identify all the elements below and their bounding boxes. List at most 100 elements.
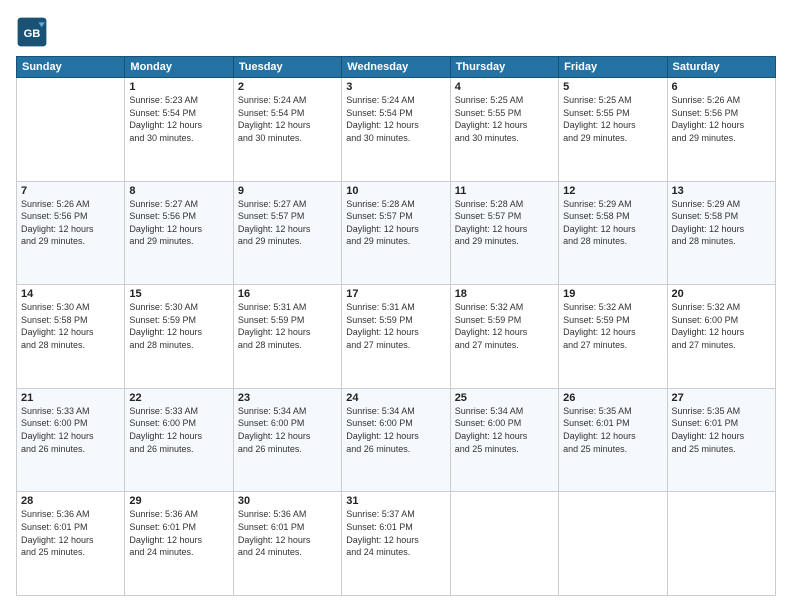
- day-number: 8: [129, 185, 228, 197]
- day-number: 22: [129, 392, 228, 404]
- col-header-sunday: Sunday: [17, 57, 125, 78]
- day-info: Sunrise: 5:32 AM Sunset: 5:59 PM Dayligh…: [455, 301, 554, 351]
- day-number: 9: [238, 185, 337, 197]
- day-info: Sunrise: 5:31 AM Sunset: 5:59 PM Dayligh…: [238, 301, 337, 351]
- day-info: Sunrise: 5:32 AM Sunset: 6:00 PM Dayligh…: [672, 301, 771, 351]
- calendar-table: SundayMondayTuesdayWednesdayThursdayFrid…: [16, 56, 776, 596]
- week-row-2: 7Sunrise: 5:26 AM Sunset: 5:56 PM Daylig…: [17, 181, 776, 285]
- day-cell: 9Sunrise: 5:27 AM Sunset: 5:57 PM Daylig…: [233, 181, 341, 285]
- day-info: Sunrise: 5:33 AM Sunset: 6:00 PM Dayligh…: [21, 405, 120, 455]
- day-info: Sunrise: 5:32 AM Sunset: 5:59 PM Dayligh…: [563, 301, 662, 351]
- day-info: Sunrise: 5:27 AM Sunset: 5:57 PM Dayligh…: [238, 198, 337, 248]
- day-number: 1: [129, 81, 228, 93]
- day-cell: 4Sunrise: 5:25 AM Sunset: 5:55 PM Daylig…: [450, 78, 558, 182]
- day-cell: 28Sunrise: 5:36 AM Sunset: 6:01 PM Dayli…: [17, 492, 125, 596]
- day-cell: [17, 78, 125, 182]
- logo-icon: GB: [16, 16, 48, 48]
- day-cell: 18Sunrise: 5:32 AM Sunset: 5:59 PM Dayli…: [450, 285, 558, 389]
- day-info: Sunrise: 5:25 AM Sunset: 5:55 PM Dayligh…: [455, 94, 554, 144]
- day-number: 18: [455, 288, 554, 300]
- day-cell: 16Sunrise: 5:31 AM Sunset: 5:59 PM Dayli…: [233, 285, 341, 389]
- day-number: 15: [129, 288, 228, 300]
- day-info: Sunrise: 5:29 AM Sunset: 5:58 PM Dayligh…: [672, 198, 771, 248]
- day-info: Sunrise: 5:31 AM Sunset: 5:59 PM Dayligh…: [346, 301, 445, 351]
- day-number: 23: [238, 392, 337, 404]
- day-number: 16: [238, 288, 337, 300]
- week-row-1: 1Sunrise: 5:23 AM Sunset: 5:54 PM Daylig…: [17, 78, 776, 182]
- day-info: Sunrise: 5:24 AM Sunset: 5:54 PM Dayligh…: [346, 94, 445, 144]
- day-cell: 21Sunrise: 5:33 AM Sunset: 6:00 PM Dayli…: [17, 388, 125, 492]
- day-number: 30: [238, 495, 337, 507]
- day-number: 13: [672, 185, 771, 197]
- day-info: Sunrise: 5:25 AM Sunset: 5:55 PM Dayligh…: [563, 94, 662, 144]
- day-cell: 11Sunrise: 5:28 AM Sunset: 5:57 PM Dayli…: [450, 181, 558, 285]
- day-info: Sunrise: 5:36 AM Sunset: 6:01 PM Dayligh…: [21, 508, 120, 558]
- week-row-3: 14Sunrise: 5:30 AM Sunset: 5:58 PM Dayli…: [17, 285, 776, 389]
- col-header-saturday: Saturday: [667, 57, 775, 78]
- day-cell: 15Sunrise: 5:30 AM Sunset: 5:59 PM Dayli…: [125, 285, 233, 389]
- logo: GB: [16, 16, 52, 48]
- day-number: 14: [21, 288, 120, 300]
- day-info: Sunrise: 5:29 AM Sunset: 5:58 PM Dayligh…: [563, 198, 662, 248]
- day-number: 3: [346, 81, 445, 93]
- day-number: 7: [21, 185, 120, 197]
- day-cell: 27Sunrise: 5:35 AM Sunset: 6:01 PM Dayli…: [667, 388, 775, 492]
- day-number: 29: [129, 495, 228, 507]
- day-number: 12: [563, 185, 662, 197]
- day-cell: 31Sunrise: 5:37 AM Sunset: 6:01 PM Dayli…: [342, 492, 450, 596]
- col-header-tuesday: Tuesday: [233, 57, 341, 78]
- svg-text:GB: GB: [24, 28, 41, 40]
- day-cell: 20Sunrise: 5:32 AM Sunset: 6:00 PM Dayli…: [667, 285, 775, 389]
- day-number: 17: [346, 288, 445, 300]
- day-info: Sunrise: 5:26 AM Sunset: 5:56 PM Dayligh…: [21, 198, 120, 248]
- day-cell: 30Sunrise: 5:36 AM Sunset: 6:01 PM Dayli…: [233, 492, 341, 596]
- day-info: Sunrise: 5:34 AM Sunset: 6:00 PM Dayligh…: [346, 405, 445, 455]
- day-info: Sunrise: 5:36 AM Sunset: 6:01 PM Dayligh…: [129, 508, 228, 558]
- day-number: 31: [346, 495, 445, 507]
- day-cell: 24Sunrise: 5:34 AM Sunset: 6:00 PM Dayli…: [342, 388, 450, 492]
- day-number: 2: [238, 81, 337, 93]
- day-cell: 14Sunrise: 5:30 AM Sunset: 5:58 PM Dayli…: [17, 285, 125, 389]
- day-number: 19: [563, 288, 662, 300]
- day-number: 6: [672, 81, 771, 93]
- day-cell: 22Sunrise: 5:33 AM Sunset: 6:00 PM Dayli…: [125, 388, 233, 492]
- day-info: Sunrise: 5:33 AM Sunset: 6:00 PM Dayligh…: [129, 405, 228, 455]
- page: GB SundayMondayTuesdayWednesdayThursdayF…: [0, 0, 792, 612]
- day-cell: 12Sunrise: 5:29 AM Sunset: 5:58 PM Dayli…: [559, 181, 667, 285]
- day-cell: 7Sunrise: 5:26 AM Sunset: 5:56 PM Daylig…: [17, 181, 125, 285]
- day-cell: 8Sunrise: 5:27 AM Sunset: 5:56 PM Daylig…: [125, 181, 233, 285]
- day-info: Sunrise: 5:35 AM Sunset: 6:01 PM Dayligh…: [672, 405, 771, 455]
- day-cell: 13Sunrise: 5:29 AM Sunset: 5:58 PM Dayli…: [667, 181, 775, 285]
- day-info: Sunrise: 5:28 AM Sunset: 5:57 PM Dayligh…: [455, 198, 554, 248]
- col-header-friday: Friday: [559, 57, 667, 78]
- day-cell: 5Sunrise: 5:25 AM Sunset: 5:55 PM Daylig…: [559, 78, 667, 182]
- day-number: 11: [455, 185, 554, 197]
- header-row: SundayMondayTuesdayWednesdayThursdayFrid…: [17, 57, 776, 78]
- day-number: 4: [455, 81, 554, 93]
- day-info: Sunrise: 5:28 AM Sunset: 5:57 PM Dayligh…: [346, 198, 445, 248]
- day-cell: 19Sunrise: 5:32 AM Sunset: 5:59 PM Dayli…: [559, 285, 667, 389]
- day-info: Sunrise: 5:24 AM Sunset: 5:54 PM Dayligh…: [238, 94, 337, 144]
- day-info: Sunrise: 5:35 AM Sunset: 6:01 PM Dayligh…: [563, 405, 662, 455]
- day-cell: 2Sunrise: 5:24 AM Sunset: 5:54 PM Daylig…: [233, 78, 341, 182]
- week-row-4: 21Sunrise: 5:33 AM Sunset: 6:00 PM Dayli…: [17, 388, 776, 492]
- day-cell: [559, 492, 667, 596]
- week-row-5: 28Sunrise: 5:36 AM Sunset: 6:01 PM Dayli…: [17, 492, 776, 596]
- day-info: Sunrise: 5:37 AM Sunset: 6:01 PM Dayligh…: [346, 508, 445, 558]
- day-info: Sunrise: 5:30 AM Sunset: 5:58 PM Dayligh…: [21, 301, 120, 351]
- day-info: Sunrise: 5:30 AM Sunset: 5:59 PM Dayligh…: [129, 301, 228, 351]
- day-number: 10: [346, 185, 445, 197]
- day-number: 26: [563, 392, 662, 404]
- day-cell: 25Sunrise: 5:34 AM Sunset: 6:00 PM Dayli…: [450, 388, 558, 492]
- day-cell: [450, 492, 558, 596]
- day-info: Sunrise: 5:34 AM Sunset: 6:00 PM Dayligh…: [455, 405, 554, 455]
- day-info: Sunrise: 5:27 AM Sunset: 5:56 PM Dayligh…: [129, 198, 228, 248]
- col-header-monday: Monday: [125, 57, 233, 78]
- header: GB: [16, 16, 776, 48]
- day-cell: 29Sunrise: 5:36 AM Sunset: 6:01 PM Dayli…: [125, 492, 233, 596]
- day-number: 21: [21, 392, 120, 404]
- day-cell: 26Sunrise: 5:35 AM Sunset: 6:01 PM Dayli…: [559, 388, 667, 492]
- day-number: 5: [563, 81, 662, 93]
- day-number: 25: [455, 392, 554, 404]
- day-cell: 10Sunrise: 5:28 AM Sunset: 5:57 PM Dayli…: [342, 181, 450, 285]
